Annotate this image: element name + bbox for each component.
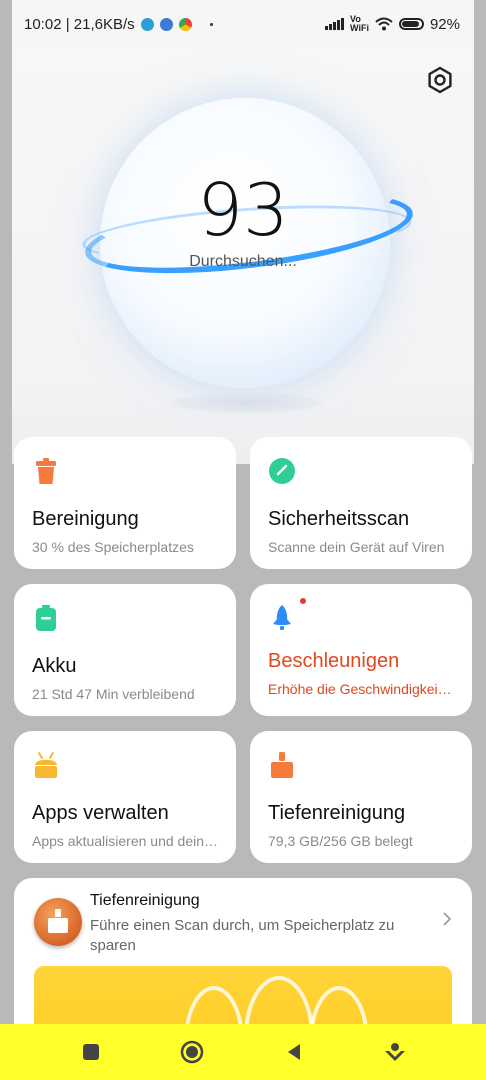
status-right: Vo WiFi 92% xyxy=(325,15,460,33)
card-title: Beschleunigen xyxy=(268,650,400,672)
card-subtitle: Scanne dein Gerät auf Viren xyxy=(268,539,445,555)
assistant-icon xyxy=(385,1043,406,1061)
card-subtitle: Apps aktualisieren und dein… xyxy=(32,833,218,849)
card-title: Apps verwalten xyxy=(32,802,169,824)
home-button[interactable] xyxy=(176,1036,208,1068)
battery-percent: 92% xyxy=(429,15,460,33)
card-title: Akku xyxy=(32,655,77,677)
trash-icon xyxy=(36,458,56,484)
promo-subtitle: Führe einen Scan durch, um Speicherplatz… xyxy=(90,917,395,954)
recents-button[interactable] xyxy=(75,1036,107,1068)
triangle-back-icon xyxy=(287,1044,300,1060)
time-and-speed: 10:02 | 21,6KB/s xyxy=(24,15,135,33)
rocket-icon-wrap xyxy=(268,598,306,632)
speed-boost-card[interactable]: Beschleunigen Erhöhe die Geschwindigkeit… xyxy=(250,584,472,716)
security-score: 93 xyxy=(197,168,289,252)
card-subtitle: 21 Std 47 Min verbleibend xyxy=(32,686,195,702)
navigation-bar xyxy=(0,1024,486,1080)
status-left: 10:02 | 21,6KB/s xyxy=(24,16,213,33)
scan-status: Durchsuchen... xyxy=(189,253,297,270)
android-icon xyxy=(35,752,57,778)
telegram-icon xyxy=(140,17,154,31)
assistant-button[interactable] xyxy=(379,1036,411,1068)
notification-dot xyxy=(300,598,306,604)
card-subtitle: 79,3 GB/256 GB belegt xyxy=(268,833,413,849)
back-button[interactable] xyxy=(278,1036,310,1068)
signal-icon xyxy=(325,18,345,30)
status-bar: 10:02 | 21,6KB/s Vo WiFi 92% xyxy=(12,0,474,48)
rocket-icon xyxy=(273,605,291,630)
chrome-icon xyxy=(178,17,192,31)
card-title: Sicherheitsscan xyxy=(268,508,410,530)
shield-check-icon xyxy=(269,458,295,484)
battery-card[interactable]: Akku 21 Std 47 Min verbleibend xyxy=(14,584,236,716)
vowifi-label: Vo WiFi xyxy=(350,15,369,33)
circle-icon xyxy=(181,1040,204,1064)
messenger-icon xyxy=(159,17,173,31)
cleaner-card[interactable]: Bereinigung 30 % des Speicherplatzes xyxy=(14,437,236,569)
card-title: Tiefenreinigung xyxy=(268,802,406,824)
deep-clean-badge-icon xyxy=(34,898,82,946)
security-score-panel: 93 Durchsuchen... xyxy=(12,48,474,464)
broom-icon xyxy=(271,752,293,778)
battery-icon xyxy=(36,605,56,631)
wifi-icon xyxy=(375,17,393,31)
card-subtitle: 30 % des Speicherplatzes xyxy=(32,539,194,555)
chevron-right-icon[interactable] xyxy=(440,912,454,926)
promo-title: Tiefenreinigung xyxy=(90,892,200,909)
security-scan-card[interactable]: Sicherheitsscan Scanne dein Gerät auf Vi… xyxy=(250,437,472,569)
vowifi-bottom: WiFi xyxy=(350,23,369,33)
notification-dot-icon xyxy=(209,22,213,26)
orb-shadow xyxy=(172,393,322,413)
square-icon xyxy=(82,1044,99,1060)
battery-icon xyxy=(398,18,424,30)
manage-apps-card[interactable]: Apps verwalten Apps aktualisieren und de… xyxy=(14,731,236,863)
card-subtitle: Erhöhe die Geschwindigkeit… xyxy=(268,681,454,697)
settings-gear-icon[interactable] xyxy=(426,66,454,94)
card-title: Bereinigung xyxy=(32,508,139,530)
deep-clean-card[interactable]: Tiefenreinigung 79,3 GB/256 GB belegt xyxy=(250,731,472,863)
